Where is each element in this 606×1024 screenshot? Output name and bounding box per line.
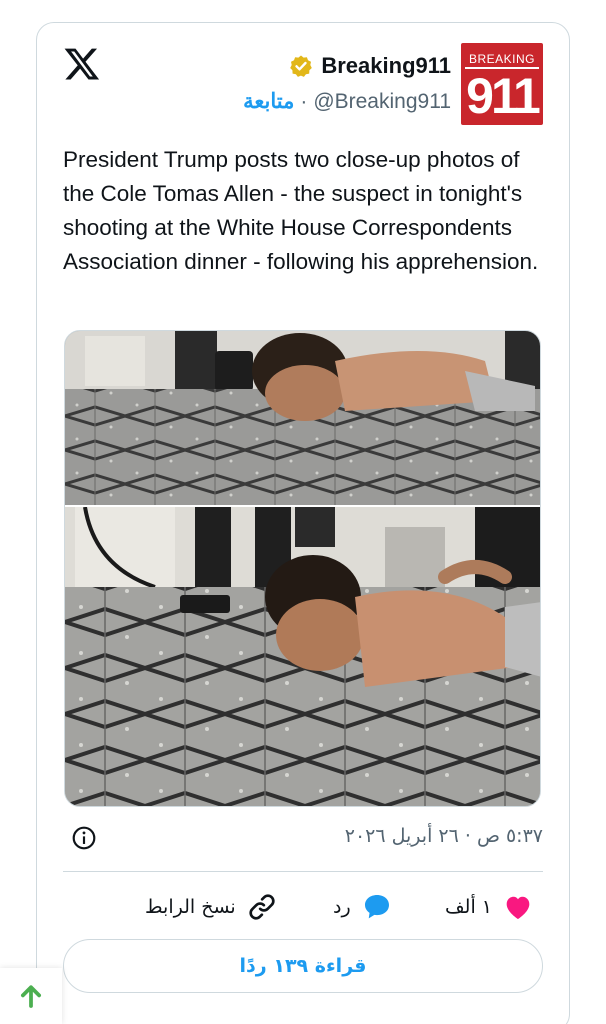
heart-icon xyxy=(506,896,530,919)
avatar-number: 911 xyxy=(466,68,541,124)
photo-bottom[interactable] xyxy=(65,507,540,806)
follow-button[interactable]: متابعة xyxy=(243,89,294,114)
tweet-card: BREAKING 911 Breaking911 متابعة · @Break… xyxy=(36,22,570,1024)
reply-label: رد xyxy=(333,896,351,918)
like-button[interactable]: ١ ألف xyxy=(445,889,534,925)
tweet-text: President Trump posts two close-up photo… xyxy=(63,147,539,274)
author-display-name[interactable]: Breaking911 xyxy=(321,53,451,79)
divider xyxy=(63,871,543,872)
copy-link-button[interactable]: نسخ الرابط xyxy=(145,889,278,925)
link-icon xyxy=(249,894,275,920)
author-name-row: Breaking911 xyxy=(289,53,451,79)
tweet-timestamp[interactable]: ٥:٣٧ ص · ٢٦ أبريل ٢٠٢٦ xyxy=(345,825,543,847)
tweet-actions: نسخ الرابط رد ١ ألف xyxy=(63,889,543,925)
photo-top[interactable] xyxy=(65,331,540,505)
avatar-brand-text: BREAKING xyxy=(468,52,535,66)
author-handle-row: متابعة · @Breaking911 xyxy=(243,89,451,114)
separator-dot: · xyxy=(300,89,308,113)
reply-button[interactable]: رد xyxy=(333,889,393,925)
read-replies-button[interactable]: قراءة ١٣٩ ردًا xyxy=(63,939,543,993)
speech-bubble-icon xyxy=(364,895,389,919)
author-handle[interactable]: @Breaking911 xyxy=(313,90,451,114)
avatar[interactable]: BREAKING 911 xyxy=(461,43,543,125)
scroll-to-top-button[interactable] xyxy=(0,968,62,1024)
arrow-up-icon xyxy=(21,985,41,1008)
like-count: ١ ألف xyxy=(445,896,492,918)
tweet-media[interactable] xyxy=(64,330,541,807)
tweet-meta-row: ٥:٣٧ ص · ٢٦ أبريل ٢٠٢٦ xyxy=(63,823,543,853)
verified-badge-icon xyxy=(290,55,313,77)
x-logo-icon[interactable] xyxy=(63,45,101,83)
copy-link-label: نسخ الرابط xyxy=(145,896,236,918)
info-icon[interactable] xyxy=(71,825,97,851)
